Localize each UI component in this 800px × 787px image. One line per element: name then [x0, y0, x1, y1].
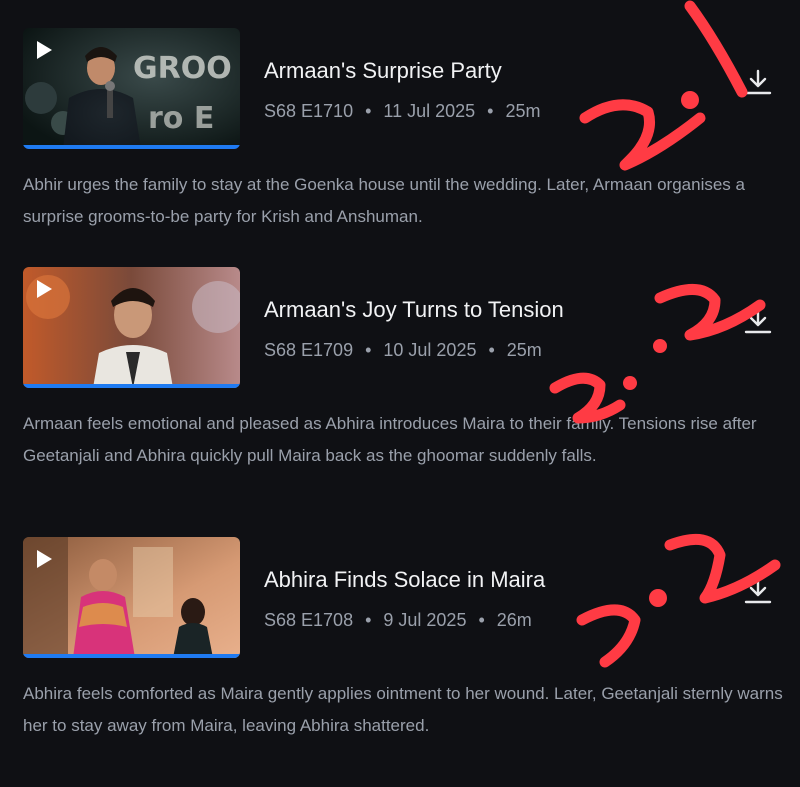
episode-title[interactable]: Armaan's Surprise Party [264, 58, 502, 84]
download-icon[interactable] [743, 67, 773, 97]
separator: • [365, 340, 372, 360]
episode-code: S68 E1709 [264, 340, 354, 360]
separator: • [488, 340, 495, 360]
watch-progress-bar [23, 145, 240, 149]
episode-card: Abhira Finds Solace in Maira S68 E1708 • 9… [0, 537, 800, 787]
separator: • [478, 610, 485, 630]
episode-card: GROO ro E Armaan's Surprise Party S68 E1… [0, 28, 800, 278]
separator: • [365, 101, 372, 121]
play-icon [37, 41, 52, 59]
episode-title[interactable]: Abhira Finds Solace in Maira [264, 567, 545, 593]
episode-meta: S68 E1709 • 10 Jul 2025 • 25m [264, 340, 542, 361]
thumbnail-image [23, 267, 240, 388]
separator: • [487, 101, 494, 121]
episode-thumbnail[interactable]: GROO ro E [23, 28, 240, 149]
episode-meta: S68 E1710 • 11 Jul 2025 • 25m [264, 101, 540, 122]
separator: • [365, 610, 372, 630]
episode-thumbnail[interactable] [23, 267, 240, 388]
episode-duration: 25m [505, 101, 541, 121]
episode-code: S68 E1708 [264, 610, 354, 630]
episode-date: 11 Jul 2025 [383, 101, 476, 121]
episode-title[interactable]: Armaan's Joy Turns to Tension [264, 297, 564, 323]
svg-text:GROO: GROO [133, 51, 232, 86]
thumbnail-image: GROO ro E [23, 28, 240, 149]
play-icon [37, 550, 52, 568]
play-icon [37, 280, 52, 298]
episode-date: 10 Jul 2025 [383, 340, 477, 360]
episode-description: Armaan feels emotional and pleased as Ab… [23, 414, 757, 465]
episode-date: 9 Jul 2025 [383, 610, 467, 630]
episode-code: S68 E1710 [264, 101, 354, 121]
episode-description: Abhira feels comforted as Maira gently a… [23, 684, 783, 735]
svg-text:ro E: ro E [148, 101, 214, 136]
thumbnail-image [23, 537, 240, 658]
download-icon[interactable] [743, 576, 773, 606]
download-icon[interactable] [743, 306, 773, 336]
watch-progress-bar [23, 384, 240, 388]
episode-thumbnail[interactable] [23, 537, 240, 658]
watch-progress-bar [23, 654, 240, 658]
episode-duration: 26m [496, 610, 532, 630]
episode-duration: 25m [506, 340, 542, 360]
episode-card: Armaan's Joy Turns to Tension S68 E1709 •… [0, 267, 800, 517]
episode-meta: S68 E1708 • 9 Jul 2025 • 26m [264, 610, 532, 631]
episode-description: Abhir urges the family to stay at the Go… [23, 175, 745, 226]
